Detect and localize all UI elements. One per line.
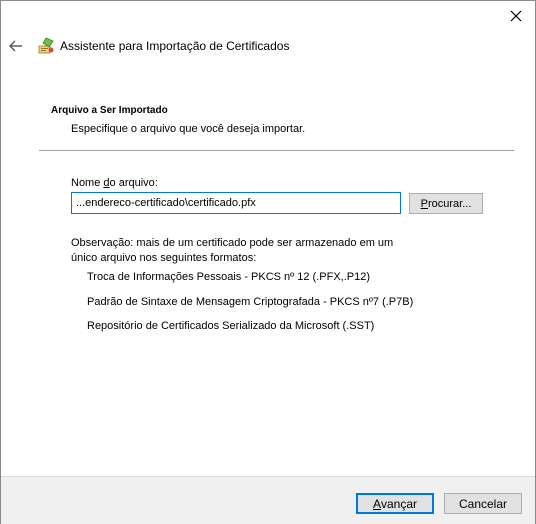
header-separator xyxy=(39,150,514,151)
file-path-input[interactable] xyxy=(71,192,401,214)
certificate-wizard-icon xyxy=(37,37,55,55)
file-name-label: Nome do arquivo: xyxy=(71,177,158,189)
wizard-window: Assistente para Importação de Certificad… xyxy=(0,0,536,524)
format-item-sst: Repositório de Certificados Serializado … xyxy=(87,320,375,332)
format-item-pfx: Troca de Informações Pessoais - PKCS nº … xyxy=(87,271,371,283)
close-icon xyxy=(510,10,522,22)
cancel-button[interactable]: Cancelar xyxy=(444,493,522,514)
file-label-prefix: Nome xyxy=(71,177,104,189)
format-item-p7b: Padrão de Sintaxe de Mensagem Criptograf… xyxy=(87,296,414,308)
browse-accel: P xyxy=(420,197,428,210)
section-subtitle: Especifique o arquivo que você deseja im… xyxy=(71,123,306,135)
next-accel: A xyxy=(372,496,381,511)
browse-label-rest: rocurar... xyxy=(427,197,472,210)
section-title: Arquivo a Ser Importado xyxy=(51,105,168,116)
file-label-suffix: o arquivo: xyxy=(109,177,158,189)
back-button[interactable] xyxy=(8,38,24,54)
browse-button[interactable]: Procurar... xyxy=(409,193,483,214)
close-button[interactable] xyxy=(507,7,525,25)
formats-note: Observação: mais de um certificado pode … xyxy=(71,237,394,264)
next-label-rest: vançar xyxy=(380,496,418,511)
wizard-title: Assistente para Importação de Certificad… xyxy=(60,39,290,53)
back-arrow-icon xyxy=(9,40,22,52)
next-button[interactable]: Avançar xyxy=(356,493,434,514)
footer-bar: Avançar Cancelar xyxy=(1,476,535,524)
